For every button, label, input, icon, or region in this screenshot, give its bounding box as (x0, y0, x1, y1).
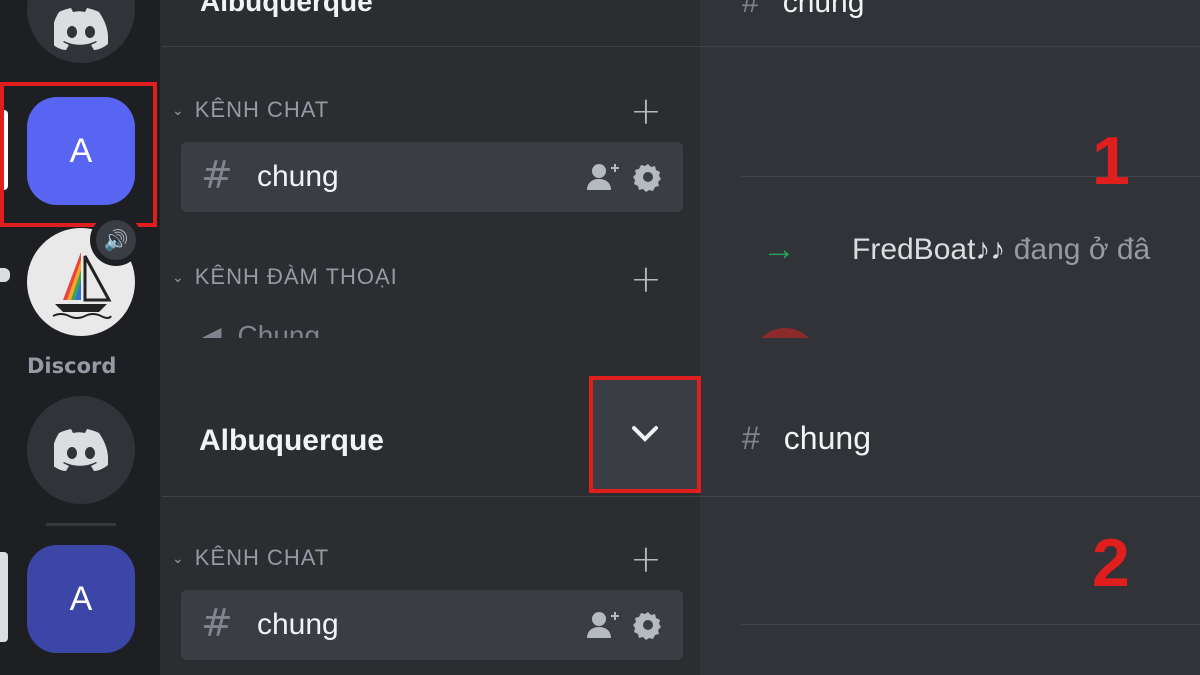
discord-logo-icon (54, 429, 108, 471)
chevron-down-icon: ⌄ (172, 101, 185, 118)
server-name-header[interactable]: Albuquerque (200, 0, 373, 18)
gear-icon[interactable] (633, 610, 663, 640)
add-member-icon[interactable] (585, 610, 621, 640)
add-member-icon[interactable] (585, 162, 621, 192)
system-message-text: đang ở đâ (1013, 232, 1151, 266)
category-text-channels[interactable]: ⌄ KÊNH CHAT (172, 545, 329, 571)
voice-channel-name: Chung (237, 320, 321, 338)
channel-name: chung (257, 608, 339, 641)
step-number-1: 1 (1092, 123, 1130, 199)
channel-name: chung (257, 160, 339, 193)
category-text-channels[interactable]: ⌄ KÊNH CHAT (172, 97, 329, 123)
app-label: Discord (27, 354, 117, 378)
system-message: → FredBoat♪♪ đang ở đâ (762, 230, 1150, 269)
selected-pill (0, 552, 8, 642)
screenshot-panel-1: A 🔊 Albuquerque ⌄ KÊNH CHAT + # chung ⌄ … (0, 0, 1200, 338)
voice-channel-item[interactable]: ◀ Chung (200, 320, 320, 338)
channel-header-name: chung (782, 0, 865, 19)
voice-indicator: 🔊 (90, 214, 142, 266)
create-channel-plus-icon[interactable]: + (630, 540, 662, 578)
hash-icon: # (742, 420, 760, 456)
category-label: KÊNH CHAT (194, 545, 330, 570)
discord-logo-icon (54, 8, 108, 50)
step-number-2: 2 (1092, 525, 1130, 601)
rail-divider (46, 523, 116, 526)
arrow-right-icon: → (762, 230, 796, 268)
server-name: Albuquerque (199, 424, 384, 457)
header-divider (700, 496, 1200, 497)
hash-icon: # (201, 153, 233, 197)
header-divider (700, 46, 1200, 47)
screenshot-panel-2: Discord A Albuquerque ⌄ KÊNH CHAT + # ch… (0, 338, 1200, 675)
chevron-down-icon: ⌄ (172, 268, 185, 285)
category-voice-channels[interactable]: ⌄ KÊNH ĐÀM THOẠI (172, 264, 398, 290)
channel-header: # chung (742, 420, 871, 457)
channel-item-chung[interactable]: # chung (181, 142, 683, 212)
home-button[interactable] (27, 396, 135, 504)
chevron-down-icon: ⌄ (172, 549, 185, 566)
system-message-user[interactable]: FredBoat♪♪ (852, 233, 1005, 266)
category-label: KÊNH CHAT (194, 97, 330, 122)
server-icon-albuquerque[interactable]: A (27, 545, 135, 653)
speaker-icon: 🔊 (103, 228, 129, 252)
highlight-box-server (0, 82, 157, 227)
create-channel-plus-icon[interactable]: + (630, 92, 662, 130)
speaker-icon: ◀ (200, 321, 222, 338)
gear-icon[interactable] (633, 162, 663, 192)
header-divider (162, 46, 700, 47)
channel-header-name: chung (783, 420, 871, 456)
hash-icon: # (742, 0, 759, 19)
hash-icon: # (201, 601, 233, 645)
server-avatar-letter: A (69, 579, 93, 618)
date-divider (740, 624, 1200, 625)
category-label: KÊNH ĐÀM THOẠI (194, 264, 398, 289)
channel-item-chung[interactable]: # chung (181, 590, 683, 660)
date-divider (740, 176, 1200, 177)
unread-dot (0, 268, 10, 282)
header-divider (162, 496, 700, 497)
channel-header: # chung (742, 0, 864, 20)
highlight-box-dropdown (589, 376, 701, 493)
create-voice-plus-icon[interactable]: + (630, 260, 662, 298)
